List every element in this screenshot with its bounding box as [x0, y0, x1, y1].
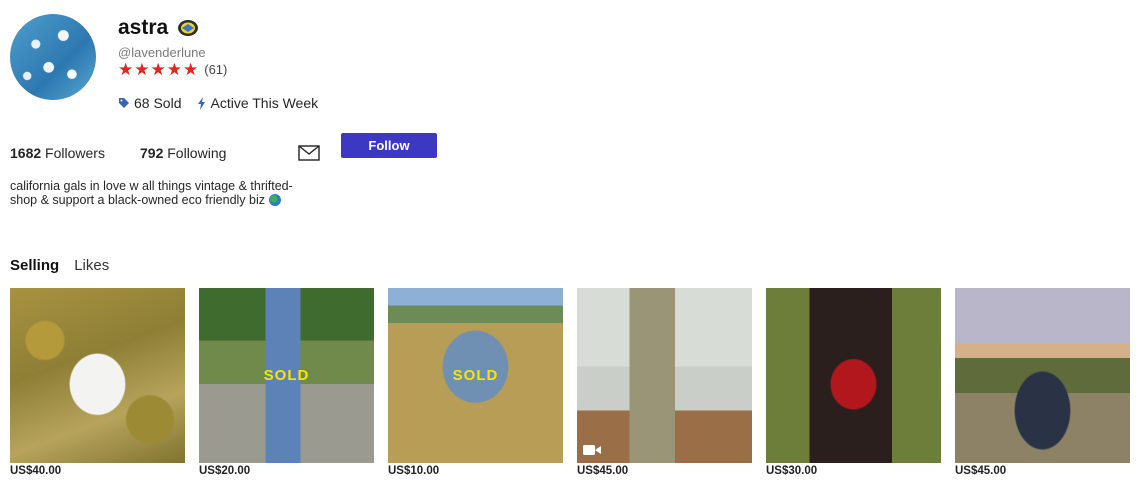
- listing-image[interactable]: SOLD: [199, 288, 374, 463]
- listing-image[interactable]: [955, 288, 1130, 463]
- following-link[interactable]: 792 Following: [140, 145, 298, 161]
- followers-label: Followers: [45, 145, 105, 161]
- star-icon: ★: [150, 60, 166, 79]
- rating-stars: ★ ★ ★ ★ ★: [118, 61, 198, 78]
- tab-likes[interactable]: Likes: [74, 257, 109, 274]
- profile-avatar: [10, 14, 96, 100]
- tab-selling[interactable]: Selling: [10, 257, 59, 274]
- listing-card[interactable]: US$45.00: [577, 288, 752, 477]
- listing-card[interactable]: US$30.00: [766, 288, 941, 477]
- listing-price: US$45.00: [955, 465, 1007, 477]
- star-icon: ★: [118, 60, 134, 79]
- listing-price: US$40.00: [10, 465, 62, 477]
- mail-icon[interactable]: [298, 145, 320, 161]
- listing-image[interactable]: [10, 288, 185, 463]
- follow-button[interactable]: Follow: [341, 133, 437, 158]
- sold-stat: 68 Sold: [118, 95, 181, 111]
- listing-card[interactable]: US$45.00: [955, 288, 1130, 477]
- followers-count: 1682: [10, 145, 42, 161]
- star-icon: ★: [166, 60, 182, 79]
- listing-price: US$45.00: [577, 465, 629, 477]
- video-icon: [583, 445, 601, 455]
- tag-icon: [119, 98, 129, 108]
- bio-text: california gals in love w all things vin…: [10, 179, 293, 207]
- listing-price: US$10.00: [388, 465, 440, 477]
- follow-stats-row: 1682 Followers 792 Following: [10, 145, 320, 161]
- listing-image[interactable]: [577, 288, 752, 463]
- profile-name-row: astra: [118, 16, 200, 40]
- listing-price: US$30.00: [766, 465, 818, 477]
- profile-handle: @lavenderlune: [118, 45, 206, 60]
- sold-count: 68 Sold: [134, 95, 182, 111]
- rating-count: (61): [204, 62, 228, 77]
- listing-price: US$20.00: [199, 465, 251, 477]
- profile-stats: 68 Sold Active This Week: [118, 95, 318, 111]
- listing-card[interactable]: SOLD US$20.00: [199, 288, 374, 477]
- sold-label: SOLD: [263, 367, 310, 384]
- profile-tabs: Selling Likes: [10, 257, 109, 274]
- listing-image[interactable]: SOLD: [388, 288, 563, 463]
- activity-status: Active This Week: [210, 95, 319, 111]
- lightning-icon: [198, 96, 206, 110]
- activity-stat: Active This Week: [197, 95, 318, 111]
- globe-emoji-icon: [268, 194, 281, 206]
- verified-badge-icon: [178, 20, 199, 36]
- profile-name: astra: [118, 16, 169, 39]
- following-count: 792: [140, 145, 164, 161]
- profile-rating[interactable]: ★ ★ ★ ★ ★ (61): [118, 61, 227, 78]
- star-icon: ★: [134, 60, 150, 79]
- followers-link[interactable]: 1682 Followers: [10, 145, 140, 161]
- sold-label: SOLD: [452, 367, 499, 384]
- listing-card[interactable]: SOLD US$10.00: [388, 288, 563, 477]
- listing-image[interactable]: [766, 288, 941, 463]
- star-icon: ★: [183, 60, 199, 79]
- listings-grid: US$40.00 SOLD US$20.00 SOLD US$10.00 US$…: [10, 288, 1130, 477]
- listing-card[interactable]: US$40.00: [10, 288, 185, 477]
- following-label: Following: [167, 145, 227, 161]
- profile-bio: california gals in love w all things vin…: [10, 179, 310, 207]
